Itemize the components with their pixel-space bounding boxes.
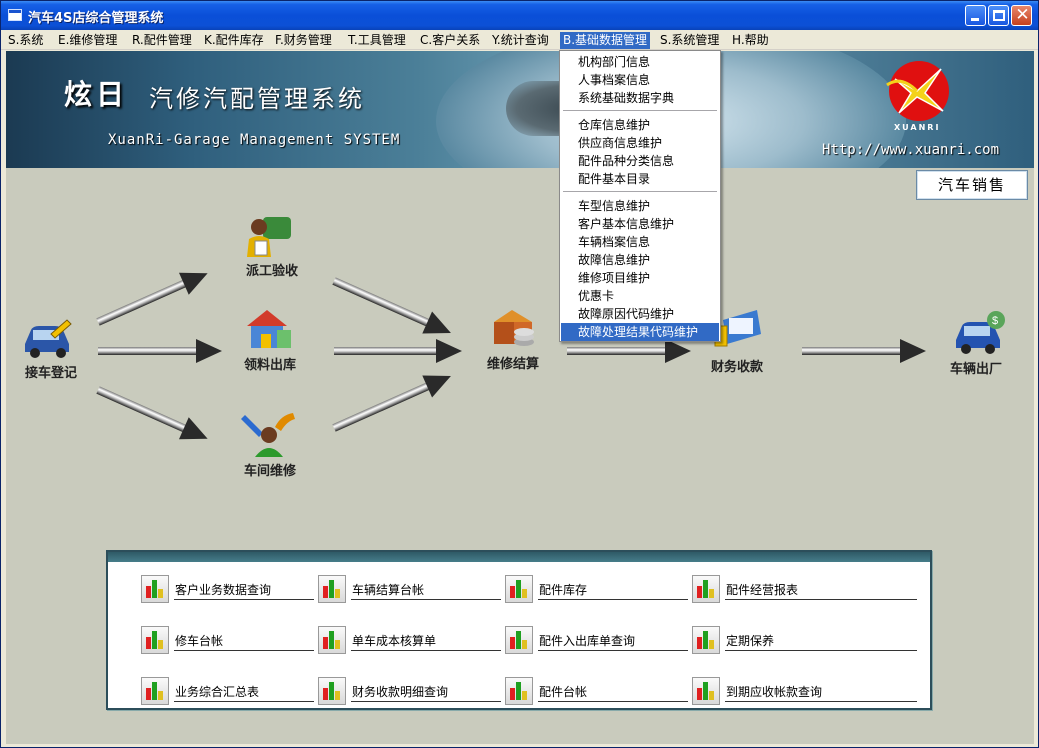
website-url: Http://www.xuanri.com <box>822 142 1000 158</box>
maximize-button[interactable] <box>988 5 1009 26</box>
exit-label[interactable]: 车辆出厂 <box>950 358 1002 377</box>
minimize-button[interactable] <box>965 5 986 26</box>
menu-separator <box>563 191 717 193</box>
menu-item-repair-items[interactable]: 维修项目维护 <box>561 269 719 287</box>
title-bar[interactable]: 汽车4S店综合管理系统 ✕ <box>1 1 1038 30</box>
system-name: 汽修汽配管理系统 <box>149 85 365 113</box>
settlement-icon[interactable] <box>488 306 538 352</box>
bar-chart-icon <box>141 626 169 654</box>
system-name-english: XuanRi-Garage Management SYSTEM <box>108 132 401 148</box>
menu-repair[interactable]: E.维修管理 <box>55 32 120 49</box>
svg-text:$: $ <box>992 315 998 327</box>
workshop-label[interactable]: 车间维修 <box>244 460 296 479</box>
close-icon: ✕ <box>1015 5 1030 25</box>
bar-chart-icon <box>318 575 346 603</box>
menu-parts-stock[interactable]: K.配件库存 <box>201 32 267 49</box>
reports-panel: 客户业务数据查询 修车台帐 车辆结算台帐 配件库存 配件经营报表 修车台帐 单车… <box>106 550 932 710</box>
main-window: 汽车4S店综合管理系统 ✕ S.系统 E.维修管理 R.配件管理 K.配件库存 … <box>0 0 1039 748</box>
exit-car-icon[interactable]: $ <box>954 308 1006 356</box>
menu-finance[interactable]: F.财务管理 <box>272 32 335 49</box>
app-icon <box>8 9 22 21</box>
bar-chart-icon <box>318 626 346 654</box>
brand-name: 炫日 <box>64 78 129 111</box>
bar-chart-icon <box>692 575 720 603</box>
reports-panel-header <box>108 552 930 562</box>
arrow-settlement-to-finance <box>567 339 691 363</box>
arrow-reception-to-parts <box>98 339 222 363</box>
car-sales-button[interactable]: 汽车销售 <box>916 170 1028 200</box>
menu-system-admin[interactable]: S.系统管理 <box>657 32 722 49</box>
bar-chart-icon <box>141 575 169 603</box>
minimize-icon <box>971 18 979 21</box>
menu-item-fault-cause-code[interactable]: 故障原因代码维护 <box>561 305 719 323</box>
menu-item-vehicle-records[interactable]: 车辆档案信息 <box>561 233 719 251</box>
menu-parts[interactable]: R.配件管理 <box>129 32 195 49</box>
menu-item-fault-info[interactable]: 故障信息维护 <box>561 251 719 269</box>
bar-chart-icon <box>505 677 533 705</box>
base-data-dropdown-menu: 机构部门信息 人事档案信息 系统基础数据字典 仓库信息维护 供应商信息维护 配件… <box>559 50 721 342</box>
reception-label[interactable]: 接车登记 <box>25 362 77 381</box>
menu-tools[interactable]: T.工具管理 <box>345 32 409 49</box>
window-title: 汽车4S店综合管理系统 <box>28 11 164 26</box>
menu-item-fault-result-code[interactable]: 故障处理结果代码维护 <box>561 323 719 341</box>
menu-system[interactable]: S.系统 <box>5 32 46 49</box>
bar-chart-icon <box>692 677 720 705</box>
close-button[interactable]: ✕ <box>1011 5 1032 26</box>
dispatch-label[interactable]: 派工验收 <box>246 260 298 279</box>
menu-help[interactable]: H.帮助 <box>729 32 772 49</box>
arrow-parts-to-settlement <box>334 339 462 363</box>
logo-text: XUANRI <box>894 123 941 132</box>
bar-chart-icon <box>505 626 533 654</box>
header-banner: 炫日 汽修汽配管理系统 XuanRi-Garage Management SYS… <box>6 51 1034 168</box>
menu-item-customer-info[interactable]: 客户基本信息维护 <box>561 215 719 233</box>
menu-item-org-dept[interactable]: 机构部门信息 <box>561 53 719 71</box>
menu-item-supplier[interactable]: 供应商信息维护 <box>561 134 719 152</box>
menu-customers[interactable]: C.客户关系 <box>417 32 483 49</box>
bar-chart-icon <box>692 626 720 654</box>
maximize-icon <box>993 10 1005 21</box>
menu-item-parts-catalog[interactable]: 配件基本目录 <box>561 170 719 188</box>
menu-item-data-dictionary[interactable]: 系统基础数据字典 <box>561 89 719 107</box>
menu-item-warehouse[interactable]: 仓库信息维护 <box>561 116 719 134</box>
menu-separator <box>563 110 717 112</box>
reception-car-icon[interactable] <box>21 316 73 360</box>
arrow-finance-to-exit <box>802 339 926 363</box>
menu-item-personnel[interactable]: 人事档案信息 <box>561 71 719 89</box>
xuanri-logo <box>886 61 949 121</box>
menu-item-parts-category[interactable]: 配件品种分类信息 <box>561 152 719 170</box>
workshop-icon[interactable] <box>241 409 297 459</box>
settlement-label[interactable]: 维修结算 <box>487 353 539 372</box>
parts-out-label[interactable]: 领料出库 <box>244 354 296 373</box>
menu-item-vehicle-model[interactable]: 车型信息维护 <box>561 197 719 215</box>
menu-item-discount-card[interactable]: 优惠卡 <box>561 287 719 305</box>
dispatch-icon[interactable] <box>241 213 293 259</box>
menu-bar: S.系统 E.维修管理 R.配件管理 K.配件库存 F.财务管理 T.工具管理 … <box>1 30 1038 50</box>
bar-chart-icon <box>505 575 533 603</box>
menu-statistics[interactable]: Y.统计查询 <box>489 32 552 49</box>
bar-chart-icon <box>318 677 346 705</box>
bar-chart-icon <box>141 677 169 705</box>
menu-base-data[interactable]: B.基础数据管理 <box>560 32 651 49</box>
parts-out-icon[interactable] <box>241 306 293 352</box>
finance-label[interactable]: 财务收款 <box>711 356 763 375</box>
